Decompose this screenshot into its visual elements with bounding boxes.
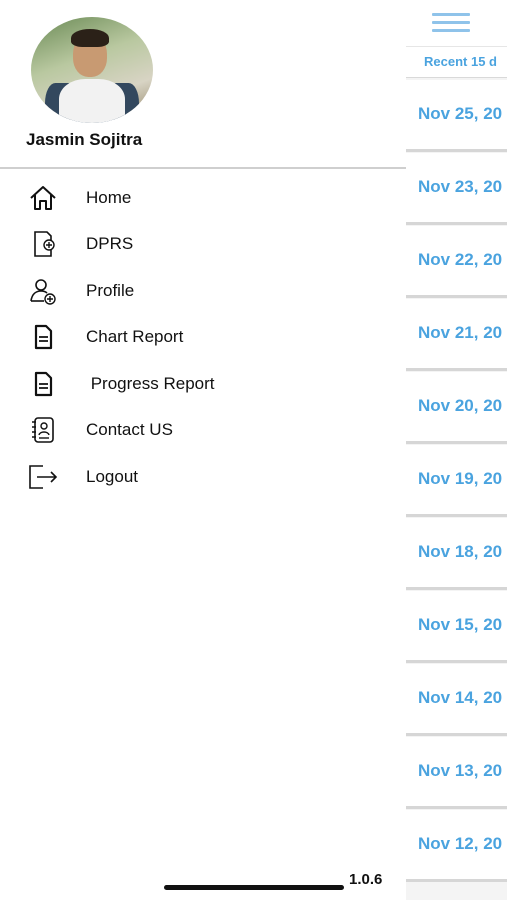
home-indicator — [164, 885, 344, 890]
list-item-date: Nov 19, 20 — [418, 469, 503, 488]
menu-item-label: Logout — [86, 467, 138, 486]
list-item[interactable]: Nov 23, 20 — [406, 153, 507, 225]
list-item-date: Nov 23, 20 — [418, 177, 503, 196]
list-item-date: Nov 18, 20 — [418, 542, 503, 561]
home-icon — [27, 184, 59, 212]
menu-item-label: Progress Report — [86, 374, 215, 393]
list-item[interactable]: Nov 15, 20 — [406, 591, 507, 663]
list-item[interactable]: Nov 14, 20 — [406, 664, 507, 736]
menu-item-label: Chart Report — [86, 327, 184, 346]
list-item[interactable]: Nov 12, 20 — [406, 810, 507, 882]
menu-item-dprs[interactable]: DPRS — [0, 220, 406, 266]
menu-item-contact-us[interactable]: Contact US — [0, 406, 406, 452]
list-item-date: Nov 13, 20 — [418, 761, 503, 780]
list-item-date: Nov 22, 20 — [418, 250, 503, 269]
logout-icon — [27, 463, 59, 491]
list-item[interactable]: Nov 21, 20 — [406, 299, 507, 371]
user-add-icon — [27, 277, 59, 305]
user-name: Jasmin Sojitra — [26, 130, 143, 149]
top-bar — [406, 0, 507, 46]
file-text-icon — [27, 370, 59, 398]
hamburger-menu-icon[interactable] — [432, 11, 472, 35]
contact-book-icon — [27, 416, 59, 444]
menu-item-chart-report[interactable]: Chart Report — [0, 313, 406, 359]
menu-item-home[interactable]: Home — [0, 174, 406, 220]
list-item-date: Nov 15, 20 — [418, 615, 503, 634]
list-item[interactable]: Nov 22, 20 — [406, 226, 507, 298]
navigation-drawer: Jasmin Sojitra Home DPRS Profile Chart R… — [0, 0, 406, 900]
menu-item-label: Home — [86, 188, 132, 207]
list-item-date: Nov 14, 20 — [418, 688, 503, 707]
background-screen: Recent 15 d Nov 25, 20 Nov 23, 20 Nov 22… — [406, 0, 507, 900]
document-add-icon — [27, 230, 59, 258]
divider — [0, 167, 406, 169]
list-item-date: Nov 12, 20 — [418, 834, 503, 853]
list-item[interactable]: Nov 13, 20 — [406, 737, 507, 809]
list-item[interactable]: Nov 18, 20 — [406, 518, 507, 590]
list-item-date: Nov 25, 20 — [418, 104, 503, 123]
app-version: 1.0.6 — [349, 871, 383, 888]
list-item[interactable]: Nov 19, 20 — [406, 445, 507, 517]
menu-item-logout[interactable]: Logout — [0, 453, 406, 499]
menu-item-label: Contact US — [86, 420, 173, 439]
menu-item-profile[interactable]: Profile — [0, 267, 406, 313]
list-item[interactable]: Nov 20, 20 — [406, 372, 507, 444]
subheader-label: Recent 15 d — [424, 54, 497, 69]
menu-item-progress-report[interactable]: Progress Report — [0, 360, 406, 406]
menu-item-label: DPRS — [86, 234, 134, 253]
list-item-date: Nov 21, 20 — [418, 323, 503, 342]
menu-item-label: Profile — [86, 281, 135, 300]
list-item[interactable]: Nov 25, 20 — [406, 80, 507, 152]
list-item-date: Nov 20, 20 — [418, 396, 503, 415]
avatar[interactable] — [31, 17, 153, 123]
list-subheader: Recent 15 d — [406, 46, 507, 78]
file-text-icon — [27, 323, 59, 351]
